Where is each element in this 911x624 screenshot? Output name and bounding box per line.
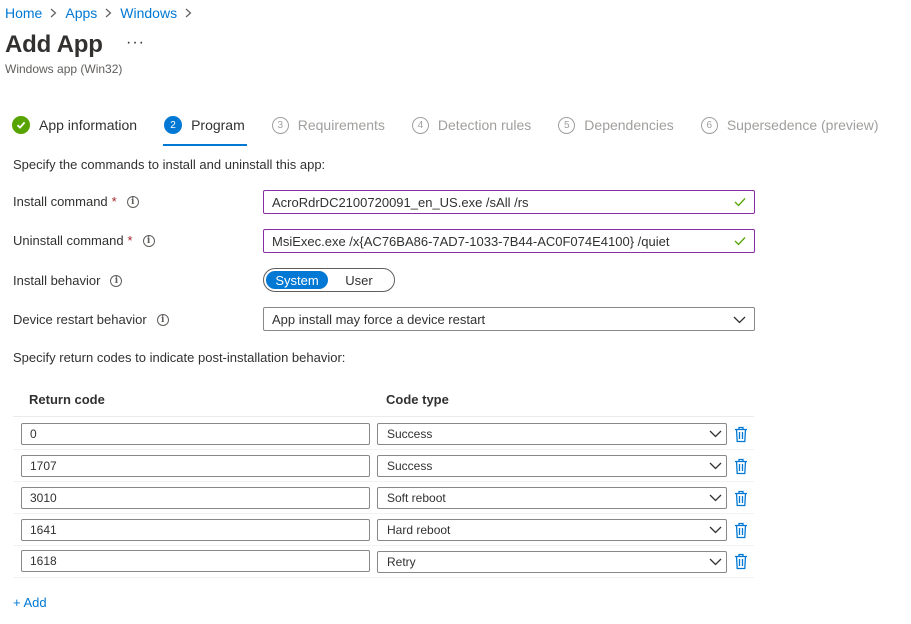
- row-divider: [13, 577, 754, 578]
- step-label: Dependencies: [584, 117, 674, 133]
- step-number: 2: [164, 116, 183, 134]
- code-type-select[interactable]: Success: [377, 455, 727, 477]
- breadcrumb-windows[interactable]: Windows: [120, 5, 177, 21]
- info-icon[interactable]: i: [142, 234, 155, 247]
- chevron-down-icon: [733, 312, 746, 327]
- checkmark-icon: [734, 194, 746, 210]
- more-options-button[interactable]: ···: [126, 34, 145, 52]
- chevron-down-icon: [709, 523, 722, 537]
- row-divider: [13, 481, 754, 482]
- code-type-value: Success: [387, 427, 433, 441]
- info-icon[interactable]: i: [110, 274, 123, 287]
- step-label: App information: [39, 117, 138, 133]
- step-detection-rules[interactable]: 4 Detection rules: [411, 114, 532, 136]
- code-type-value: Soft reboot: [387, 491, 446, 505]
- breadcrumb-home[interactable]: Home: [5, 5, 42, 21]
- check-circle-icon: [12, 116, 30, 134]
- step-app-information[interactable]: App information: [12, 114, 137, 136]
- uninstall-command-label: Uninstall command * i: [13, 233, 155, 248]
- return-code-input[interactable]: 1707: [21, 455, 370, 477]
- return-code-value: 3010: [30, 491, 57, 505]
- step-requirements[interactable]: 3 Requirements: [271, 114, 385, 136]
- step-number: 5: [558, 116, 576, 134]
- step-number: 3: [271, 116, 289, 134]
- code-type-select[interactable]: Retry: [377, 551, 727, 573]
- page-title: Add App: [5, 31, 103, 58]
- return-code-value: 0: [30, 427, 37, 441]
- return-code-input[interactable]: 3010: [21, 487, 370, 509]
- code-type-value: Success: [387, 459, 433, 473]
- checkmark-icon: [734, 233, 746, 249]
- chevron-right-icon: [105, 8, 112, 18]
- table-header-divider: [13, 416, 754, 417]
- trash-icon[interactable]: [734, 490, 748, 507]
- breadcrumb: Home Apps Windows: [5, 4, 200, 22]
- row-divider: [13, 545, 754, 546]
- uninstall-command-value: MsiExec.exe /x{AC76BA86-7AD7-1033-7B44-A…: [272, 233, 670, 249]
- code-type-select[interactable]: Hard reboot: [377, 519, 727, 541]
- active-step-indicator: [163, 144, 247, 146]
- uninstall-command-input[interactable]: MsiExec.exe /x{AC76BA86-7AD7-1033-7B44-A…: [263, 229, 755, 253]
- chevron-down-icon: [709, 459, 722, 473]
- column-header-code-type: Code type: [386, 392, 449, 407]
- step-dependencies[interactable]: 5 Dependencies: [558, 114, 674, 136]
- row-divider: [13, 513, 754, 514]
- step-label: Program: [191, 117, 245, 133]
- chevron-right-icon: [50, 8, 57, 18]
- code-type-select[interactable]: Success: [377, 423, 727, 445]
- install-behavior-toggle[interactable]: System User: [263, 268, 395, 292]
- install-behavior-label-text: Install behavior: [13, 273, 101, 288]
- return-code-value: 1618: [30, 554, 57, 568]
- code-type-select[interactable]: Soft reboot: [377, 487, 727, 509]
- info-icon[interactable]: i: [156, 313, 169, 326]
- info-icon[interactable]: i: [126, 195, 139, 208]
- chevron-down-icon: [709, 427, 722, 441]
- step-label: Requirements: [297, 117, 385, 133]
- install-behavior-system[interactable]: System: [266, 271, 328, 289]
- restart-behavior-label: Device restart behavior i: [13, 312, 169, 327]
- row-divider: [13, 449, 754, 450]
- chevron-down-icon: [709, 491, 722, 505]
- chevron-down-icon: [709, 555, 722, 569]
- required-mark: *: [111, 194, 117, 209]
- install-command-label-text: Install command: [13, 194, 108, 209]
- restart-behavior-select[interactable]: App install may force a device restart: [263, 307, 755, 331]
- return-code-input[interactable]: 0: [21, 423, 370, 445]
- return-code-input[interactable]: 1618: [21, 550, 370, 572]
- step-supersedence[interactable]: 6 Supersedence (preview): [700, 114, 879, 136]
- step-label: Detection rules: [437, 117, 532, 133]
- step-number: 6: [700, 116, 718, 134]
- trash-icon[interactable]: [734, 458, 748, 475]
- page-subtitle: Windows app (Win32): [5, 62, 123, 76]
- return-code-value: 1641: [30, 523, 57, 537]
- return-codes-intro: Specify return codes to indicate post-in…: [13, 350, 346, 365]
- restart-behavior-value: App install may force a device restart: [272, 311, 486, 327]
- install-command-label: Install command * i: [13, 194, 139, 209]
- restart-behavior-label-text: Device restart behavior: [13, 312, 147, 327]
- trash-icon[interactable]: [734, 522, 748, 539]
- uninstall-command-label-text: Uninstall command: [13, 233, 124, 248]
- step-label: Supersedence (preview): [726, 117, 879, 133]
- install-command-value: AcroRdrDC2100720091_en_US.exe /sAll /rs: [272, 194, 529, 210]
- return-code-value: 1707: [30, 459, 57, 473]
- chevron-right-icon: [185, 8, 192, 18]
- install-command-input[interactable]: AcroRdrDC2100720091_en_US.exe /sAll /rs: [263, 190, 755, 214]
- breadcrumb-apps[interactable]: Apps: [65, 5, 97, 21]
- required-mark: *: [127, 233, 133, 248]
- step-number: 4: [411, 116, 429, 134]
- install-behavior-user[interactable]: User: [328, 271, 390, 289]
- trash-icon[interactable]: [734, 553, 748, 570]
- install-behavior-label: Install behavior i: [13, 273, 123, 288]
- code-type-value: Hard reboot: [387, 523, 451, 537]
- add-return-code-button[interactable]: + Add: [13, 595, 47, 610]
- step-program[interactable]: 2 Program: [163, 114, 247, 146]
- code-type-value: Retry: [387, 555, 416, 569]
- wizard-steps: App information 2 Program 3 Requirements…: [12, 114, 906, 146]
- column-header-return-code: Return code: [29, 392, 105, 407]
- commands-intro: Specify the commands to install and unin…: [13, 157, 326, 172]
- trash-icon[interactable]: [734, 426, 748, 443]
- return-code-input[interactable]: 1641: [21, 519, 370, 541]
